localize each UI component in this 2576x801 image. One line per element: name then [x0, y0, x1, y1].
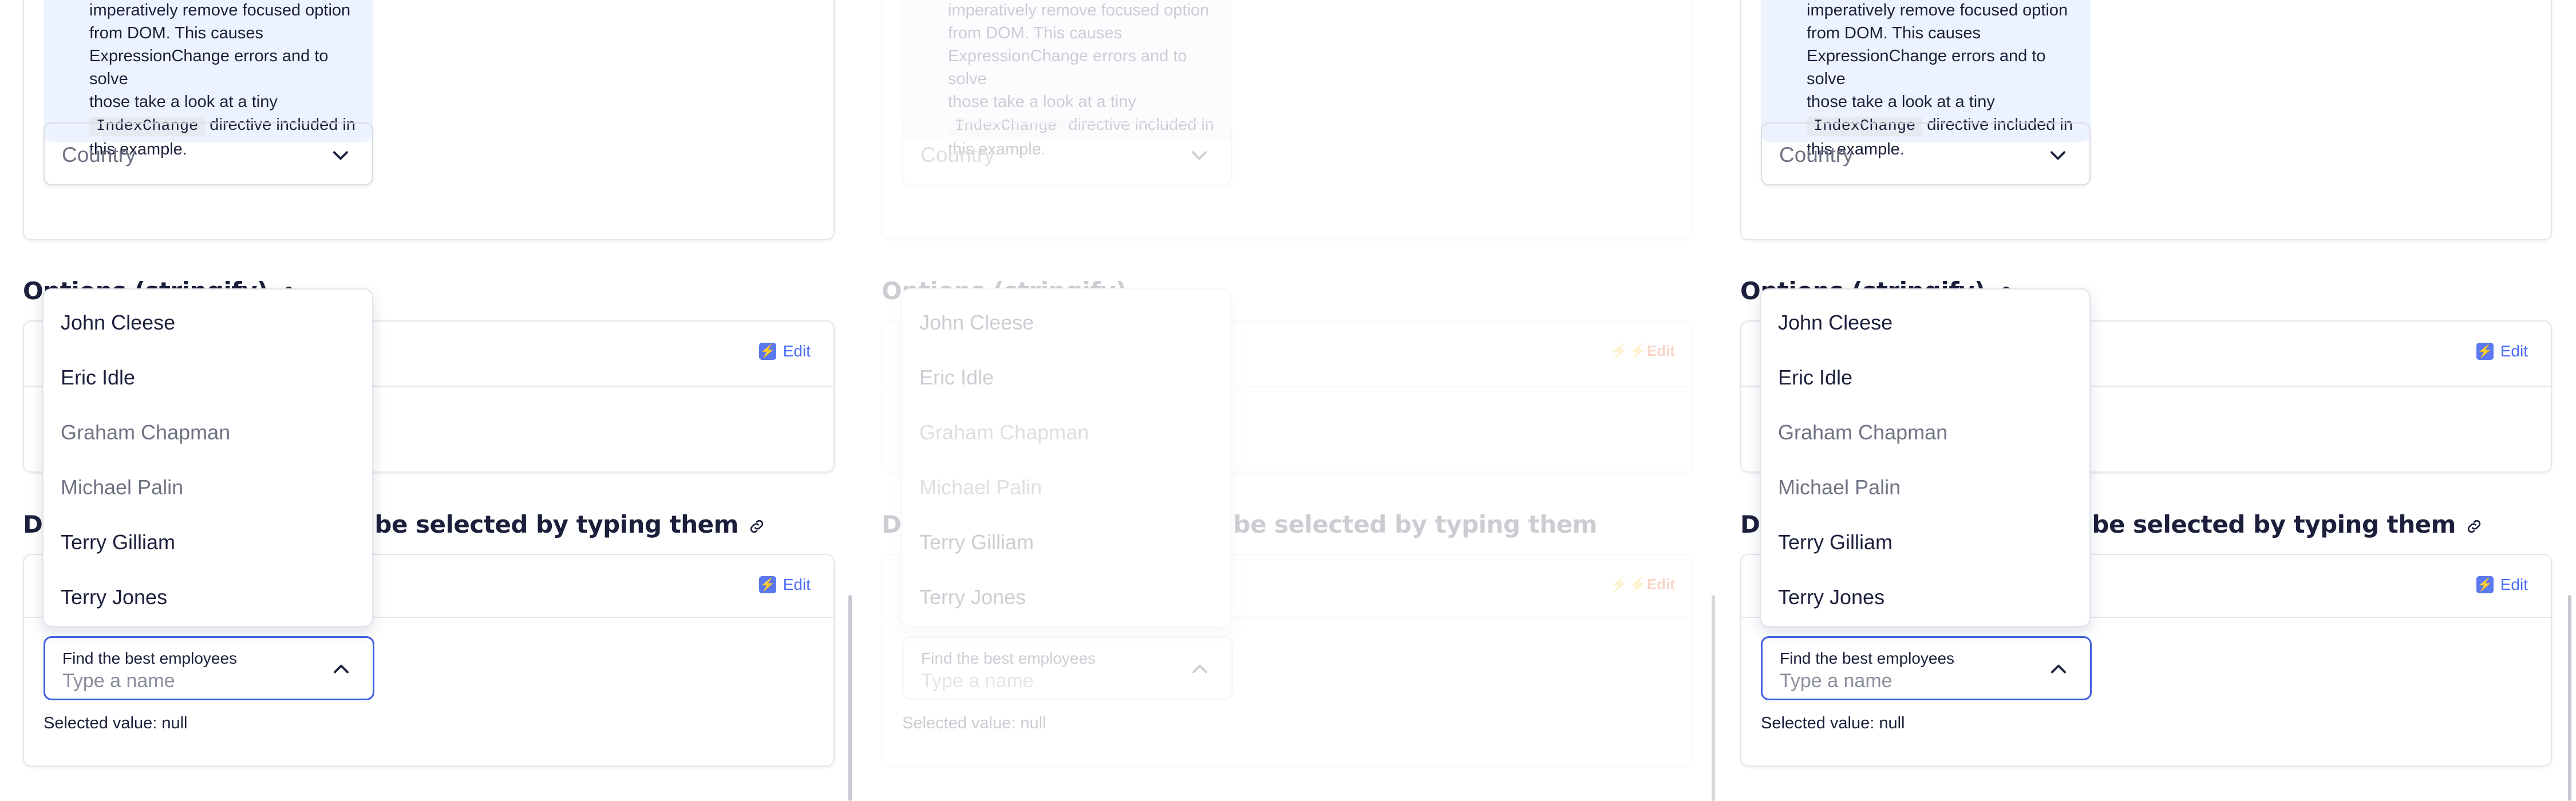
selected-value: Selected value: null — [1761, 714, 1905, 732]
info-note: imperatively remove focused option from … — [44, 0, 373, 158]
country-select-label: Country — [920, 143, 995, 166]
edit-link[interactable]: ⚡⚡Edit — [1610, 342, 1675, 360]
note-text: imperatively remove focused option — [89, 1, 351, 19]
chevron-up-icon — [334, 664, 349, 673]
link-icon[interactable] — [748, 517, 766, 536]
combobox-label: Find the best employees — [62, 649, 238, 667]
info-note: imperatively remove focused option from … — [902, 0, 1232, 158]
employee-combobox[interactable]: Find the best employees Type a name — [902, 636, 1233, 700]
edit-link[interactable]: ⚡ Edit — [2476, 576, 2528, 594]
option-item: Michael Palin — [61, 475, 184, 499]
note-text: those take a look at a tiny — [1807, 93, 1995, 111]
stackblitz-icon: ⚡ — [2476, 576, 2494, 593]
option-item[interactable]: Eric Idle — [1761, 350, 2089, 405]
option-item: Graham Chapman — [1778, 421, 1948, 444]
option-item[interactable]: Terry Gilliam — [902, 515, 1231, 570]
note-text: from DOM. This causes — [1807, 24, 1981, 42]
option-item[interactable]: Terry Jones — [44, 570, 372, 625]
note-text: those take a look at a tiny — [948, 93, 1136, 111]
edit-link[interactable]: ⚡⚡Edit — [1610, 576, 1675, 593]
option-item: Graham Chapman — [61, 421, 231, 444]
country-select-label: Country — [62, 143, 136, 166]
demo-panel-right: imperatively remove focused option from … — [1717, 0, 2576, 801]
note-text: ExpressionChange errors and to solve — [89, 47, 329, 88]
option-item[interactable]: Terry Gilliam — [1761, 515, 2089, 570]
card-country: imperatively remove focused option from … — [882, 0, 1693, 240]
chevron-up-icon — [1192, 664, 1207, 673]
option-item[interactable]: John Cleese — [44, 295, 372, 350]
chevron-down-icon — [333, 151, 348, 160]
link-icon[interactable] — [2465, 517, 2483, 536]
country-select[interactable]: Country — [44, 122, 373, 185]
note-text: from DOM. This causes — [948, 24, 1123, 42]
option-item[interactable]: Terry Gilliam — [44, 515, 372, 570]
edit-link[interactable]: ⚡ Edit — [2476, 342, 2528, 360]
info-note: imperatively remove focused option from … — [1761, 0, 2091, 158]
stackblitz-icon: ⚡⚡ — [1610, 342, 1647, 359]
employee-combobox[interactable]: Find the best employees Type a name — [1761, 636, 2092, 700]
option-item[interactable]: Eric Idle — [44, 350, 372, 405]
selected-value: Selected value: null — [44, 714, 188, 732]
option-item: Michael Palin — [1778, 475, 1901, 499]
scrollbar[interactable] — [848, 595, 852, 801]
stackblitz-icon: ⚡ — [758, 576, 776, 593]
combobox-label: Find the best employees — [1780, 649, 1955, 667]
country-select[interactable]: Country — [1761, 122, 2091, 185]
country-select[interactable]: Country — [902, 122, 1232, 185]
note-text: imperatively remove focused option — [1807, 1, 2068, 19]
stackblitz-icon: ⚡ — [758, 343, 776, 360]
option-item[interactable]: Eric Idle — [902, 350, 1231, 405]
chevron-up-icon — [2051, 664, 2066, 673]
employee-combobox[interactable]: Find the best employees Type a name — [44, 636, 374, 700]
option-item[interactable]: Terry Jones — [902, 570, 1231, 625]
edit-link[interactable]: ⚡ Edit — [758, 342, 811, 360]
option-item[interactable]: John Cleese — [1761, 295, 2089, 350]
combobox-input[interactable]: Type a name — [1780, 670, 1893, 692]
note-text: from DOM. This causes — [89, 24, 264, 42]
stackblitz-icon: ⚡ — [2476, 343, 2494, 360]
combobox-label: Find the best employees — [921, 649, 1096, 667]
option-item: Michael Palin — [919, 475, 1042, 499]
options-dropdown: John Cleese Eric Idle Graham Chapman Mic… — [42, 288, 373, 627]
option-item[interactable]: John Cleese — [902, 295, 1231, 350]
demo-panel-left: imperatively remove focused option from … — [0, 0, 859, 801]
chevron-down-icon — [1192, 151, 1207, 160]
scrollbar[interactable] — [2568, 595, 2571, 801]
chevron-down-icon — [2050, 151, 2065, 160]
note-text: those take a look at a tiny — [89, 93, 278, 111]
card-country: imperatively remove focused option from … — [1740, 0, 2552, 240]
options-dropdown: John Cleese Eric Idle Graham Chapman Mic… — [901, 288, 1232, 627]
combobox-input[interactable]: Type a name — [62, 670, 175, 692]
option-item: Graham Chapman — [919, 421, 1089, 444]
country-select-label: Country — [1779, 143, 1854, 166]
note-text: ExpressionChange errors and to solve — [1807, 47, 2046, 88]
options-dropdown: John Cleese Eric Idle Graham Chapman Mic… — [1760, 288, 2091, 627]
selected-value: Selected value: null — [902, 714, 1046, 732]
scrollbar[interactable] — [1712, 595, 1715, 801]
stackblitz-icon: ⚡⚡ — [1610, 576, 1647, 593]
option-item[interactable]: Terry Jones — [1761, 570, 2089, 625]
card-country: imperatively remove focused option from … — [23, 0, 835, 240]
note-text: imperatively remove focused option — [948, 1, 1210, 19]
edit-link[interactable]: ⚡ Edit — [758, 576, 811, 594]
demo-panel-middle: imperatively remove focused option from … — [859, 0, 1717, 801]
combobox-input[interactable]: Type a name — [921, 670, 1034, 692]
note-text: ExpressionChange errors and to solve — [948, 47, 1187, 88]
